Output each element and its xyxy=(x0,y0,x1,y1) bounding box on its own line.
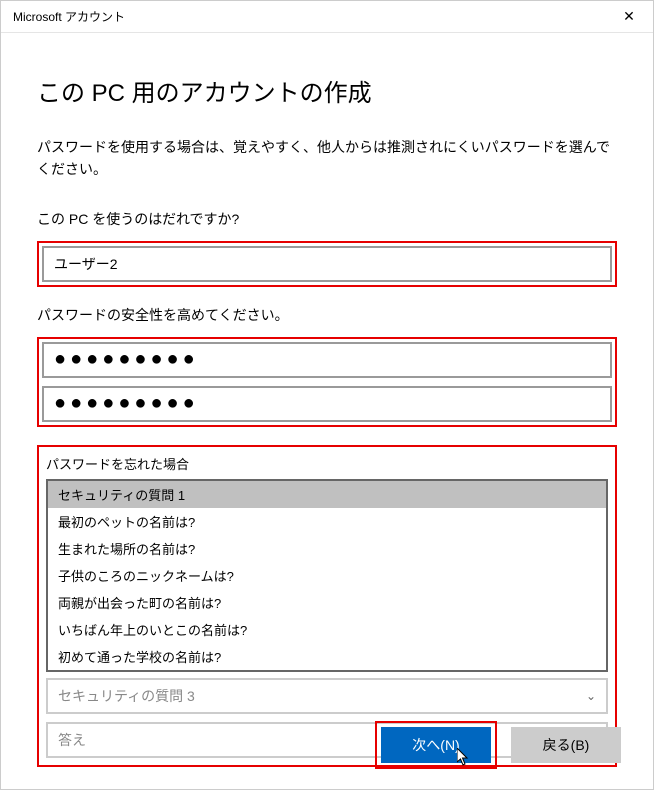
dropdown-item[interactable]: 子供のころのニックネームは? xyxy=(48,562,606,589)
username-label: この PC を使うのはだれですか? xyxy=(37,209,617,229)
next-button[interactable]: 次へ(N) xyxy=(381,727,491,763)
next-button-highlight: 次へ(N) xyxy=(375,721,497,769)
dropdown-item[interactable]: 初めて通った学校の名前は? xyxy=(48,643,606,670)
description-text: パスワードを使用する場合は、覚えやすく、他人からは推測されにくいパスワードを選ん… xyxy=(37,136,617,181)
forgot-password-label: パスワードを忘れた場合 xyxy=(46,454,608,473)
content-area: この PC 用のアカウントの作成 パスワードを使用する場合は、覚えやすく、他人か… xyxy=(1,33,653,805)
security-questions-highlight: パスワードを忘れた場合 セキュリティの質問 1 最初のペットの名前は? 生まれた… xyxy=(37,445,617,767)
dropdown-item[interactable]: いちばん年上のいとこの名前は? xyxy=(48,616,606,643)
password-confirm-input[interactable] xyxy=(42,386,612,422)
password-input[interactable] xyxy=(42,342,612,378)
username-input[interactable] xyxy=(42,246,612,282)
username-highlight xyxy=(37,241,617,287)
security-question-1-dropdown[interactable]: セキュリティの質問 1 最初のペットの名前は? 生まれた場所の名前は? 子供のこ… xyxy=(46,479,608,672)
password-label: パスワードの安全性を高めてください。 xyxy=(37,305,617,325)
titlebar: Microsoft アカウント ✕ xyxy=(1,1,653,33)
window-title: Microsoft アカウント xyxy=(13,8,125,25)
dropdown-item[interactable]: 両親が出会った町の名前は? xyxy=(48,589,606,616)
password-highlight xyxy=(37,337,617,427)
back-button[interactable]: 戻る(B) xyxy=(511,727,621,763)
dropdown-item[interactable]: 最初のペットの名前は? xyxy=(48,508,606,535)
close-icon[interactable]: ✕ xyxy=(617,5,641,29)
dropdown-placeholder: セキュリティの質問 3 xyxy=(58,686,195,706)
dropdown-item[interactable]: セキュリティの質問 1 xyxy=(48,481,606,508)
dropdown-item[interactable]: 生まれた場所の名前は? xyxy=(48,535,606,562)
security-question-3-dropdown[interactable]: セキュリティの質問 3 ⌄ xyxy=(46,678,608,714)
page-title: この PC 用のアカウントの作成 xyxy=(37,73,617,108)
button-row: 次へ(N) 戻る(B) xyxy=(375,721,621,769)
chevron-down-icon: ⌄ xyxy=(586,689,596,703)
